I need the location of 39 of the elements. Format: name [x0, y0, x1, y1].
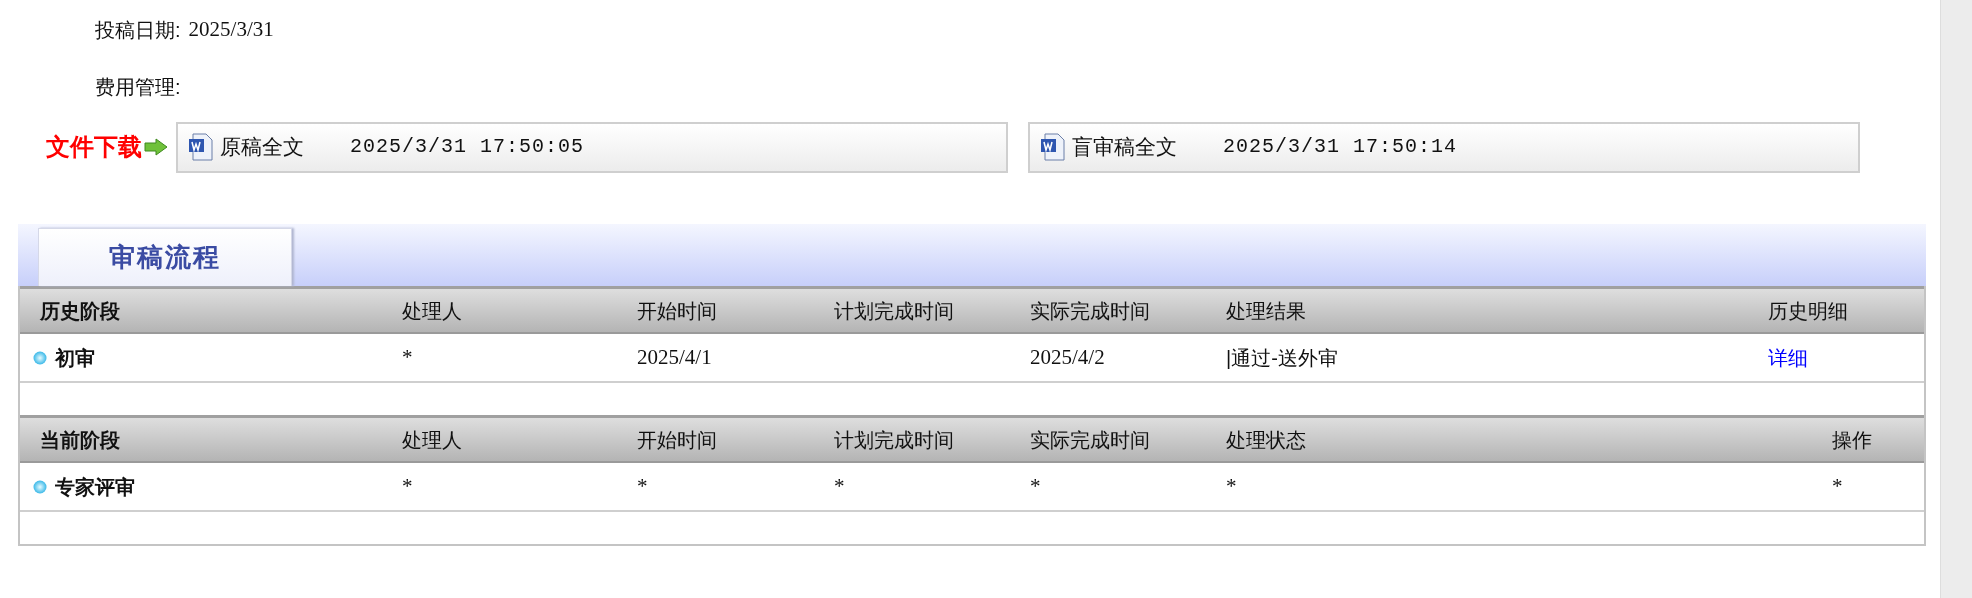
field-value: 2025/3/31 — [188, 16, 274, 44]
stage-name: 专家评审 — [55, 474, 135, 500]
column-header: 处理状态 — [1226, 428, 1306, 451]
column-header: 处理人 — [402, 428, 462, 451]
table-cell: |通过-送外审 — [1226, 346, 1338, 369]
table-cell: * — [402, 344, 413, 369]
table-cell: 2025/4/2 — [1030, 344, 1105, 369]
bullet-icon — [33, 479, 47, 494]
column-header: 历史阶段 — [40, 299, 120, 322]
table-cell: 2025/4/1 — [637, 344, 712, 369]
file-download-link[interactable]: 盲审稿全文 2025/3/31 17:50:14 — [1028, 121, 1860, 173]
arrow-icon — [144, 138, 168, 156]
document-icon — [188, 133, 214, 161]
download-label: 文件下载 — [46, 132, 142, 162]
column-header: 历史明细 — [1768, 299, 1848, 322]
column-header: 开始时间 — [637, 299, 717, 322]
table-cell: * — [834, 473, 845, 498]
detail-link[interactable]: 详细 — [1768, 346, 1808, 369]
bullet-icon — [33, 350, 47, 365]
column-header: 开始时间 — [637, 428, 717, 451]
table-cell: * — [1832, 473, 1843, 498]
table-cell: * — [402, 473, 413, 498]
column-header: 实际完成时间 — [1030, 299, 1150, 322]
field-label: 费用管理: — [95, 75, 181, 100]
table-cell: * — [637, 473, 648, 498]
column-header: 处理人 — [402, 299, 462, 322]
table-cell: * — [1226, 473, 1237, 498]
column-header: 操作 — [1832, 428, 1872, 451]
tab[interactable]: 审稿流程 — [38, 228, 292, 286]
column-header: 实际完成时间 — [1030, 428, 1150, 451]
column-header: 处理结果 — [1226, 299, 1306, 322]
column-header: 计划完成时间 — [834, 299, 954, 322]
table-cell: * — [1030, 473, 1041, 498]
field-label: 投稿日期: — [95, 18, 181, 43]
document-icon — [1040, 133, 1066, 161]
file-download-link[interactable]: 原稿全文 2025/3/31 17:50:05 — [176, 121, 1008, 173]
column-header: 计划完成时间 — [834, 428, 954, 451]
stage-name: 初审 — [55, 345, 95, 371]
column-header: 当前阶段 — [40, 428, 120, 451]
